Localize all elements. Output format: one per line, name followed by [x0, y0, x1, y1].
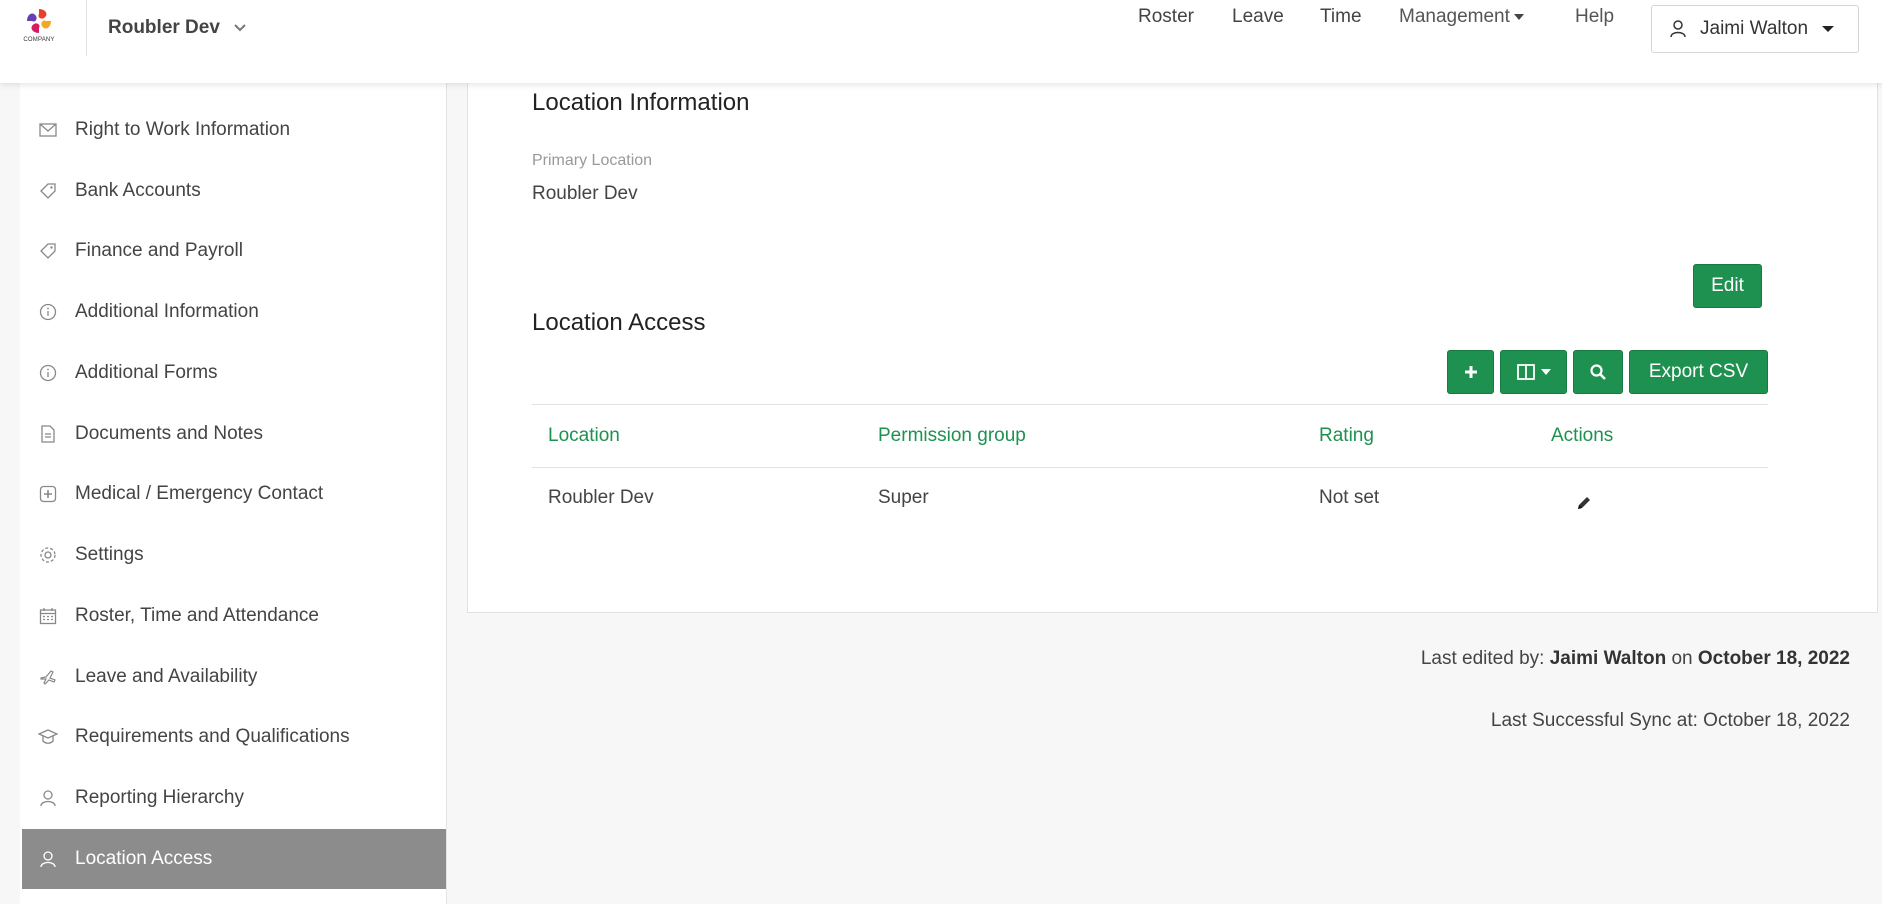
sidebar-item-label: Location Access [75, 848, 213, 869]
sidebar-item-location-access[interactable]: Location Access [22, 829, 446, 889]
sidebar-item-label: Finance and Payroll [75, 240, 243, 261]
col-header-permission-group[interactable]: Permission group [878, 425, 1026, 447]
columns-toggle-button[interactable] [1500, 350, 1567, 394]
nav-roster[interactable]: Roster [1138, 6, 1194, 28]
sidebar-item-label: Requirements and Qualifications [75, 726, 350, 747]
company-logo[interactable]: COMPANY [14, 6, 64, 56]
sidebar-item-additional-information[interactable]: Additional Information [22, 282, 446, 342]
location-card: Location Information Primary Location Ro… [467, 83, 1878, 613]
sidebar-item-label: Right to Work Information [75, 119, 291, 140]
envelope-icon [38, 120, 58, 140]
org-name: Roubler Dev [108, 17, 220, 38]
col-header-location[interactable]: Location [548, 425, 620, 447]
caret-down-icon [1822, 26, 1835, 32]
sidebar-item-settings[interactable]: Settings [22, 525, 446, 585]
user-icon [1670, 20, 1686, 38]
caret-down-icon [1540, 369, 1551, 375]
search-icon [1590, 364, 1606, 380]
sidebar-item-reporting-hierarchy[interactable]: Reporting Hierarchy [22, 768, 446, 828]
sidebar-item-finance-payroll[interactable]: Finance and Payroll [22, 221, 446, 281]
cell-permission-group: Super [878, 487, 929, 508]
info-icon [38, 302, 58, 322]
last-edited-by: Jaimi Walton [1549, 648, 1667, 669]
chevron-down-icon [234, 24, 246, 32]
col-header-rating[interactable]: Rating [1319, 425, 1374, 447]
gear-icon [38, 545, 58, 565]
nav-management[interactable]: Management [1399, 6, 1524, 28]
plus-icon [1464, 366, 1477, 378]
sidebar-item-documents-notes[interactable]: Documents and Notes [22, 404, 446, 464]
calendar-icon [38, 606, 58, 626]
graduation-icon [38, 727, 58, 747]
pencil-icon [1578, 497, 1590, 509]
cell-location: Roubler Dev [548, 487, 654, 508]
sidebar-item-label: Documents and Notes [75, 423, 263, 444]
sidebar-item-right-to-work[interactable]: Right to Work Information [22, 100, 446, 160]
sidebar-item-label: Leave and Availability [75, 666, 258, 687]
table-header-border [532, 467, 1768, 468]
user-name: Jaimi Walton [1700, 18, 1809, 39]
export-csv-button[interactable]: Export CSV [1629, 350, 1768, 394]
tag-icon [38, 241, 58, 261]
sidebar-item-label: Medical / Emergency Contact [75, 483, 324, 504]
logo-divider [86, 0, 87, 56]
sidebar-item-label: Additional Forms [75, 362, 218, 383]
location-information-title: Location Information [532, 89, 750, 116]
last-edited-info: Last edited by: Jaimi Walton on October … [1421, 648, 1850, 670]
last-edited-date: October 18, 2022 [1697, 648, 1850, 669]
sidebar-item-label: Roster, Time and Attendance [75, 605, 319, 626]
user-icon [38, 849, 58, 869]
medical-icon [38, 484, 58, 504]
nav-help[interactable]: Help [1575, 6, 1614, 28]
edit-row-button[interactable] [1576, 495, 1594, 513]
document-icon [38, 424, 58, 444]
add-button[interactable] [1447, 350, 1494, 394]
sidebar-item-roster-time-attendance[interactable]: Roster, Time and Attendance [22, 586, 446, 646]
last-edited-on: on [1666, 648, 1698, 669]
sidebar-item-label: Additional Information [75, 301, 259, 322]
user-icon [38, 788, 58, 808]
location-access-title: Location Access [532, 309, 706, 336]
sidebar-item-medical-emergency[interactable]: Medical / Emergency Contact [22, 464, 446, 524]
logo-mark-icon [27, 9, 51, 33]
sidebar-item-label: Settings [75, 544, 144, 565]
nav-time[interactable]: Time [1320, 6, 1362, 28]
edit-button[interactable]: Edit [1693, 264, 1762, 308]
logo-word: COMPANY [23, 37, 55, 43]
sidebar-item-leave-availability[interactable]: Leave and Availability [22, 647, 446, 707]
last-edited-prefix: Last edited by: [1420, 648, 1550, 669]
col-header-actions: Actions [1551, 425, 1614, 446]
nav-management-label: Management [1399, 6, 1510, 27]
profile-sidebar: Right to Work Information Bank Accounts … [0, 83, 447, 904]
nav-leave[interactable]: Leave [1232, 6, 1284, 28]
sidebar-item-requirements-qualifications[interactable]: Requirements and Qualifications [22, 707, 446, 767]
tag-icon [38, 181, 58, 201]
info-icon [38, 363, 58, 383]
sidebar-item-label: Bank Accounts [75, 180, 201, 201]
cell-rating: Not set [1319, 487, 1380, 508]
search-button[interactable] [1573, 350, 1623, 394]
table-top-border [532, 404, 1768, 405]
caret-down-icon [1513, 13, 1524, 20]
sidebar-item-additional-forms[interactable]: Additional Forms [22, 343, 446, 403]
sidebar-item-label: Reporting Hierarchy [75, 787, 244, 808]
org-switcher[interactable]: Roubler Dev [108, 17, 246, 39]
sidebar-item-bank-accounts[interactable]: Bank Accounts [22, 161, 446, 221]
columns-icon [1516, 364, 1535, 380]
primary-location-label: Primary Location [532, 152, 653, 169]
user-menu-button[interactable]: Jaimi Walton [1651, 5, 1859, 53]
primary-location-value: Roubler Dev [532, 183, 638, 204]
plane-icon [38, 667, 58, 687]
top-bar: COMPANY Roubler Dev Roster Leave Time Ma… [0, 0, 1882, 83]
last-sync-info: Last Successful Sync at: October 18, 202… [1490, 710, 1850, 731]
